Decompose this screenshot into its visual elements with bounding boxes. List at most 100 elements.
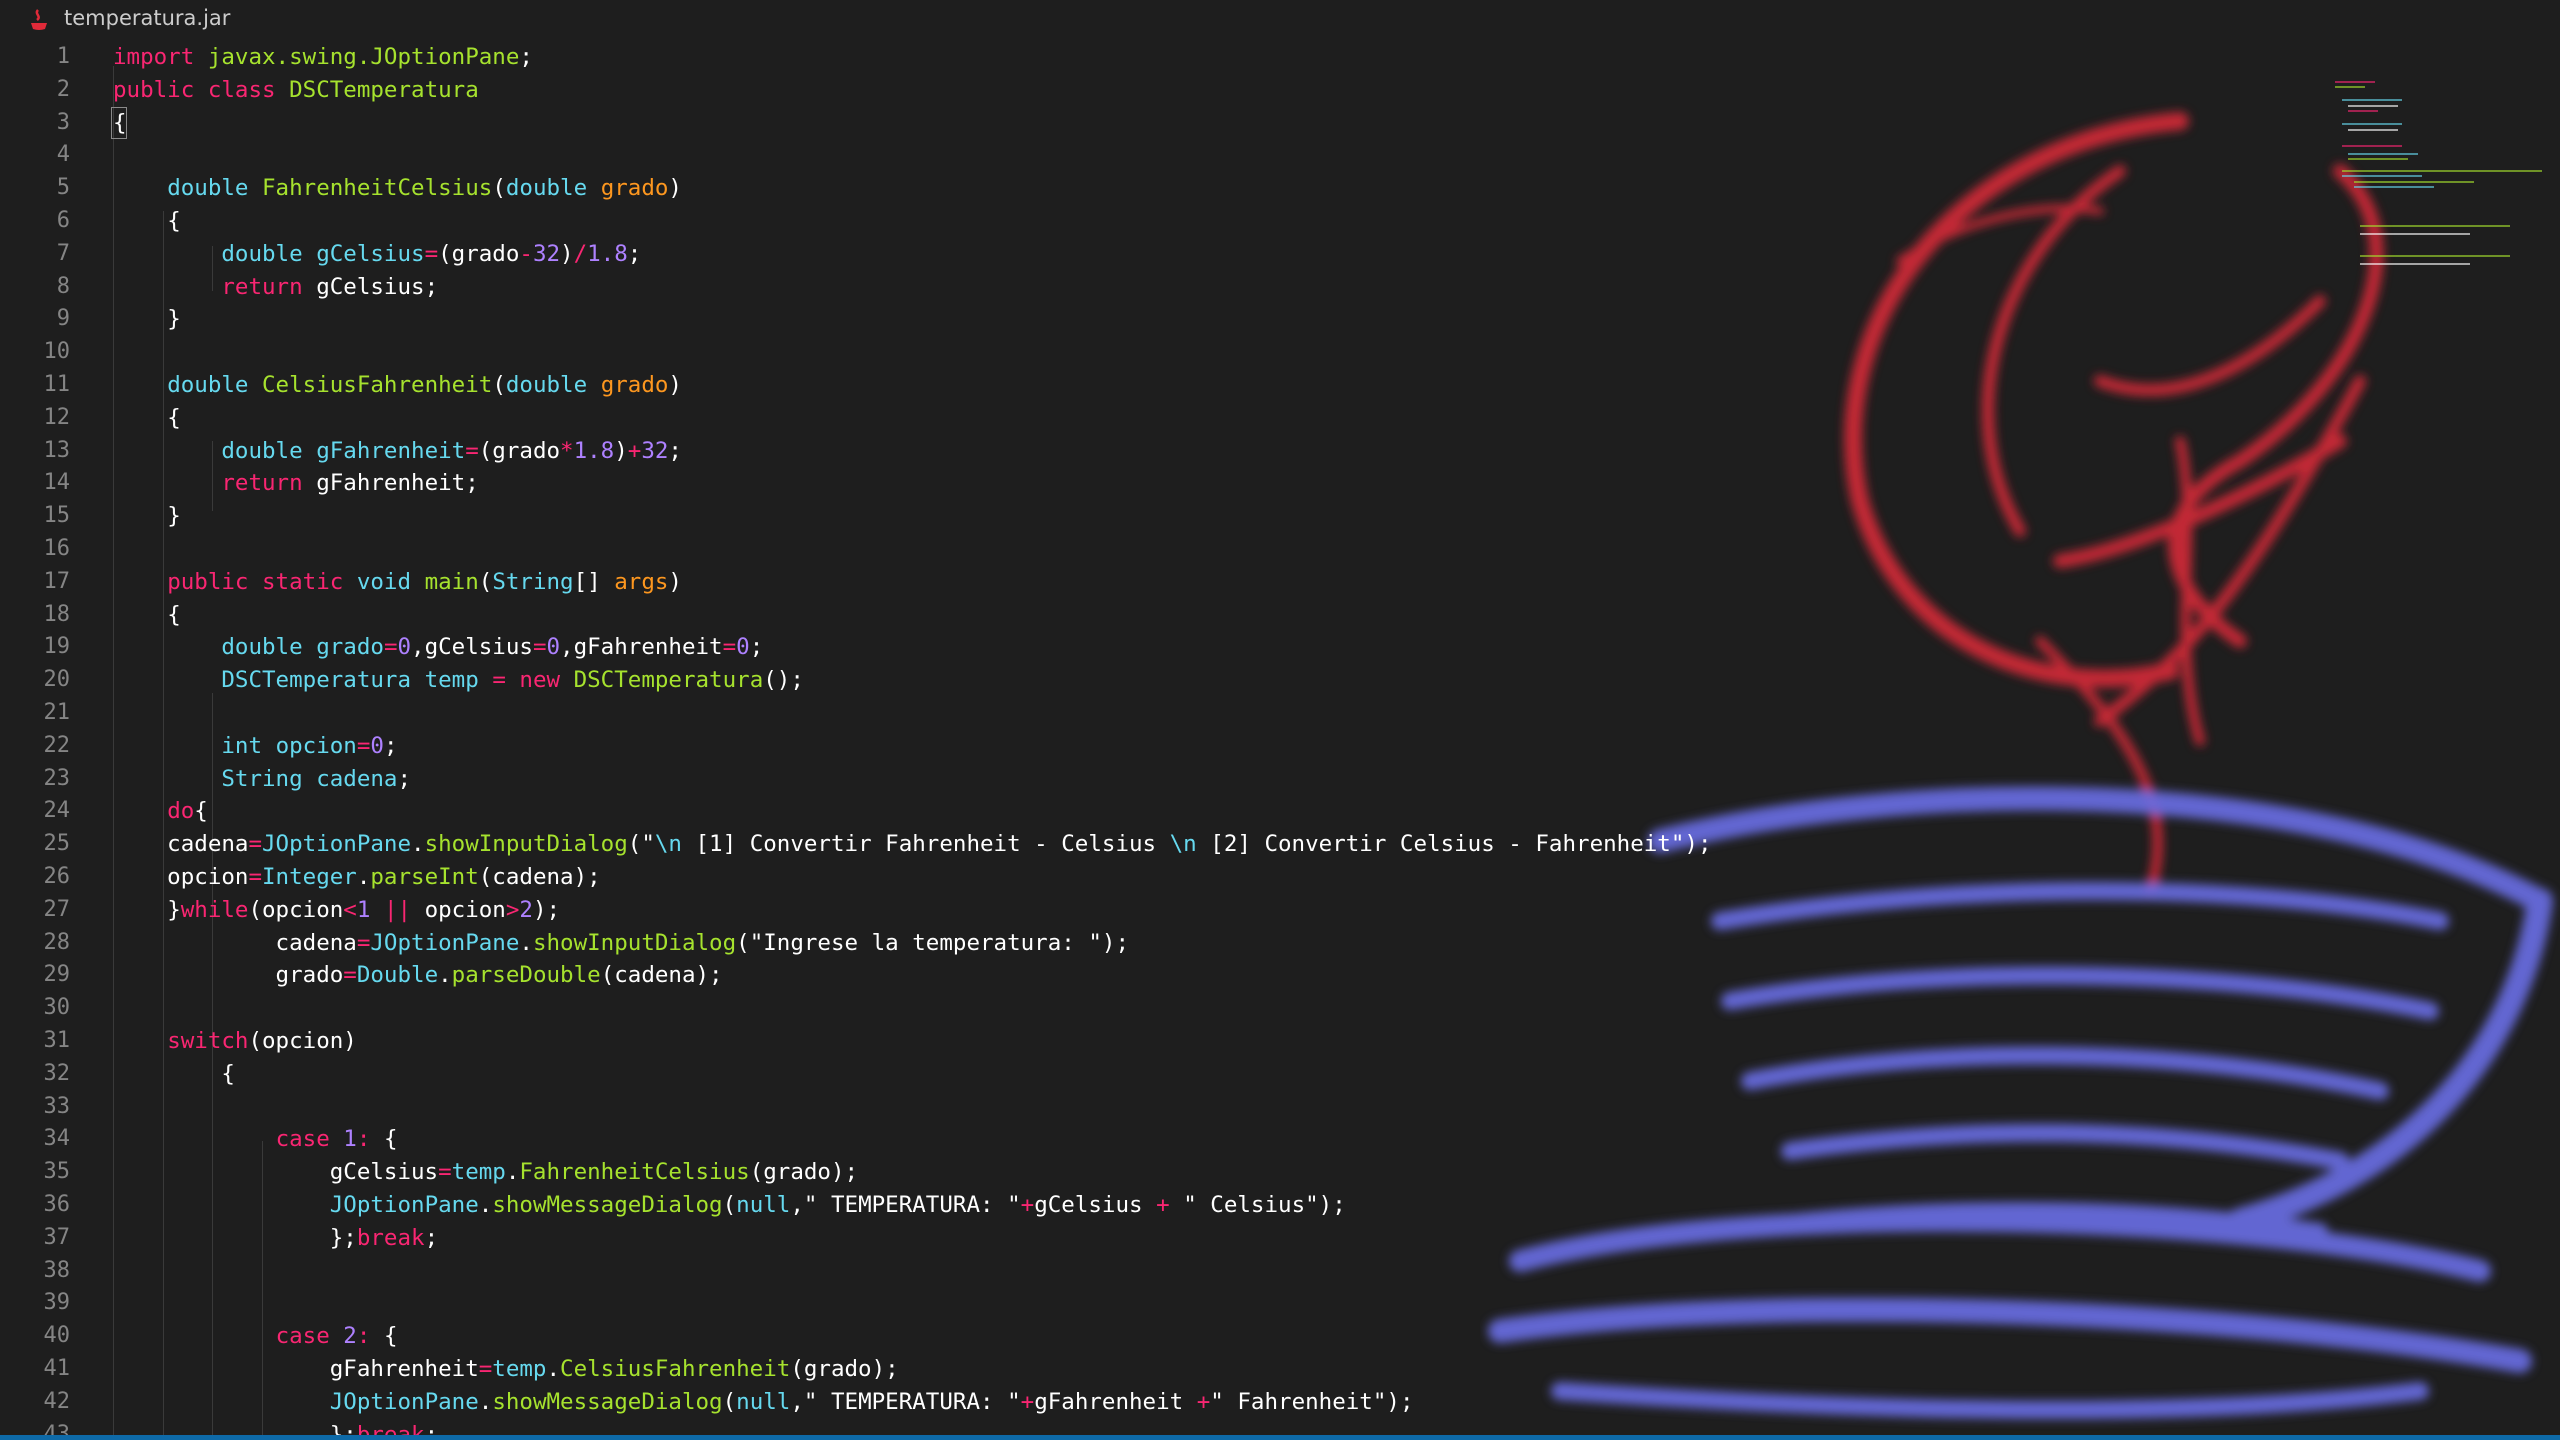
code-token: main <box>424 568 479 595</box>
code-line[interactable]: 43 };break; <box>0 1419 1580 1435</box>
code-token: double <box>221 240 303 267</box>
line-code: } <box>113 500 181 533</box>
line-code: double gCelsius=(grado-32)/1.8; <box>113 238 641 271</box>
code-token: DSCTemperatura <box>573 667 764 694</box>
code-line[interactable]: 9 } <box>0 303 1580 336</box>
line-number: 24 <box>43 798 71 824</box>
code-line[interactable]: 35 gCelsius=temp.FahrenheitCelsius(grado… <box>0 1156 1580 1189</box>
code-line[interactable]: 12 { <box>0 402 1580 435</box>
code-line[interactable]: 38 <box>0 1255 1580 1288</box>
line-code: case 1: { <box>113 1123 398 1156</box>
code-token: ; <box>424 1224 439 1251</box>
code-token: Integer <box>262 864 357 890</box>
line-number: 35 <box>43 1159 71 1185</box>
code-line[interactable]: 17 public static void main(String[] args… <box>0 566 1580 599</box>
code-token: parseInt <box>370 864 479 890</box>
code-line[interactable]: 31 switch(opcion) <box>0 1025 1580 1058</box>
code-token: ); <box>1101 929 1129 956</box>
code-token: TEMPERATURA: " <box>817 1388 1021 1415</box>
code-line[interactable]: 23 String cadena; <box>0 763 1580 796</box>
code-line[interactable]: 41 gFahrenheit=temp.CelsiusFahrenheit(gr… <box>0 1353 1580 1386</box>
code-token: gCelsius <box>424 634 533 661</box>
line-number: 21 <box>43 700 71 725</box>
code-line[interactable]: 7 double gCelsius=(grado-32)/1.8; <box>0 238 1580 271</box>
code-token: = <box>465 437 479 464</box>
code-token: = <box>492 667 506 694</box>
code-line[interactable]: 20 DSCTemperatura temp = new DSCTemperat… <box>0 664 1580 697</box>
code-token: ); <box>1386 1388 1414 1415</box>
code-token: = <box>424 240 439 267</box>
code-line[interactable]: 26 opcion=Integer.parseInt(cadena); <box>0 861 1580 894</box>
code-token: }; <box>329 1224 357 1251</box>
code-line[interactable]: 10 <box>0 336 1580 369</box>
code-line[interactable]: 27 }while(opcion<1 || opcion>2); <box>0 894 1580 927</box>
code-token: ; <box>519 44 533 70</box>
line-number: 2 <box>56 76 70 102</box>
code-line[interactable]: 2 public class DSCTemperatura <box>0 74 1580 107</box>
code-token: JOptionPane <box>262 831 412 858</box>
code-line[interactable]: 30 <box>0 992 1580 1025</box>
code-line[interactable]: 37 };break; <box>0 1222 1580 1255</box>
file-tab-title[interactable]: temperatura.jar <box>64 6 230 30</box>
line-number: 25 <box>43 831 71 857</box>
line-code: };break; <box>113 1222 438 1255</box>
code-line[interactable]: 34 case 1: { <box>0 1123 1580 1156</box>
code-line[interactable]: 18 { <box>0 599 1580 632</box>
code-line[interactable]: 13 double gFahrenheit=(grado*1.8)+32; <box>0 435 1580 468</box>
code-token: String <box>221 765 303 792</box>
code-line[interactable]: 24 do{ <box>0 795 1580 828</box>
code-token: cadena <box>316 765 398 792</box>
code-editor[interactable]: 1 import javax.swing.JOptionPane; 2 public … <box>0 41 2560 1435</box>
code-token: = <box>532 634 547 661</box>
code-token: null <box>736 1192 791 1218</box>
code-line[interactable]: 1 import javax.swing.JOptionPane; <box>0 41 1580 74</box>
code-token: { <box>221 1060 235 1087</box>
code-line[interactable]: 11 double CelsiusFahrenheit(double grado… <box>0 369 1580 402</box>
code-line[interactable]: 32 { <box>0 1058 1580 1091</box>
code-line[interactable]: 25 cadena=JOptionPane.showInputDialog("\… <box>0 828 1712 861</box>
code-line[interactable]: 8 return gCelsius; <box>0 271 1580 304</box>
line-number: 31 <box>43 1028 71 1053</box>
line-number: 6 <box>56 208 70 233</box>
code-line[interactable]: 6 { <box>0 205 1580 238</box>
code-line[interactable]: 5 double FahrenheitCelsius(double grado) <box>0 172 1580 205</box>
code-line[interactable]: 14 return gFahrenheit; <box>0 467 1580 500</box>
code-token: gCelsius <box>113 1159 439 1186</box>
code-line[interactable]: 21 <box>0 697 1580 730</box>
code-token: : <box>356 1323 371 1350</box>
code-token: { <box>167 208 181 234</box>
code-token: ," <box>790 1192 818 1218</box>
code-line[interactable]: 42 JOptionPane.showMessageDialog(null," … <box>0 1386 1580 1419</box>
line-code: DSCTemperatura temp = new DSCTemperatura… <box>113 664 804 697</box>
minimap[interactable] <box>2330 75 2560 275</box>
code-line[interactable]: 16 <box>0 533 1580 566</box>
line-code: }while(opcion<1 || opcion>2); <box>113 894 560 927</box>
code-token: (); <box>763 667 804 694</box>
code-line[interactable]: 15 } <box>0 500 1580 533</box>
code-line[interactable]: 22 int opcion=0; <box>0 730 1580 763</box>
code-line[interactable]: 40 case 2: { <box>0 1320 1580 1353</box>
code-line[interactable]: 36 JOptionPane.showMessageDialog(null," … <box>0 1189 1580 1222</box>
code-line[interactable]: 33 <box>0 1091 1580 1124</box>
code-line[interactable]: 19 double grado=0,gCelsius=0,gFahrenheit… <box>0 631 1580 664</box>
line-number: 22 <box>43 732 71 758</box>
code-line[interactable]: 4 <box>0 139 1580 172</box>
code-token: 0 <box>546 634 561 661</box>
code-line[interactable]: 3{ <box>0 107 1580 140</box>
code-line[interactable]: 28 cadena=JOptionPane.showInputDialog("I… <box>0 927 1580 960</box>
code-line[interactable]: 29 grado=Double.parseDouble(cadena); <box>0 959 1580 992</box>
code-line[interactable]: 39 <box>0 1287 1580 1320</box>
bracket-match-highlight <box>111 107 127 139</box>
code-token: ; <box>668 437 682 464</box>
